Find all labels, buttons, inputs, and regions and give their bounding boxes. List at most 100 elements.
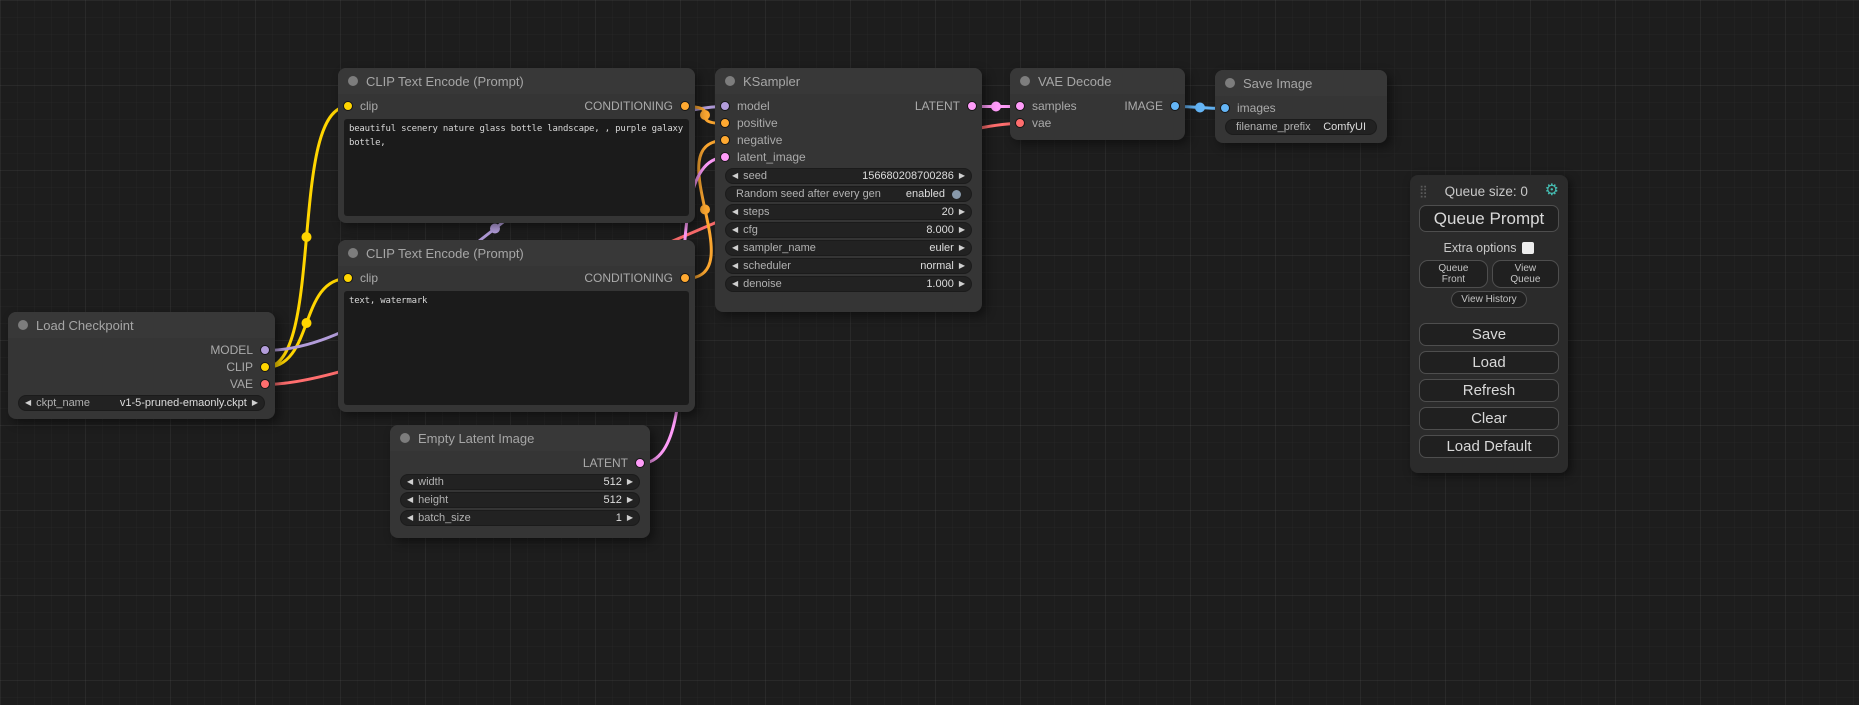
output-port-vae[interactable]	[260, 379, 270, 389]
arrow-left-icon[interactable]: ◀	[732, 244, 738, 252]
settings-gear-icon[interactable]: ⚙	[1545, 183, 1559, 199]
widget-scheduler[interactable]: ◀ scheduler normal ▶	[725, 258, 972, 274]
widget-random-seed-toggle[interactable]: Random seed after every gen enabled	[725, 186, 972, 202]
arrow-left-icon[interactable]: ◀	[732, 226, 738, 234]
widget-value: 156680208700286	[772, 170, 954, 182]
output-port-latent[interactable]	[967, 101, 977, 111]
prompt-textarea[interactable]: beautiful scenery nature glass bottle la…	[344, 119, 689, 216]
clear-button[interactable]: Clear	[1419, 407, 1559, 430]
prompt-textarea[interactable]: text, watermark	[344, 291, 689, 405]
arrow-left-icon[interactable]: ◀	[25, 399, 31, 407]
output-port-clip[interactable]	[260, 362, 270, 372]
drag-handle-icon[interactable]: ⣿	[1419, 184, 1428, 198]
output-label-vae: VAE	[230, 376, 253, 393]
load-default-button[interactable]: Load Default	[1419, 435, 1559, 458]
collapse-dot-icon[interactable]	[400, 433, 410, 443]
widget-seed[interactable]: ◀ seed 156680208700286 ▶	[725, 168, 972, 184]
load-button[interactable]: Load	[1419, 351, 1559, 374]
arrow-right-icon[interactable]: ▶	[627, 496, 633, 504]
node-ksampler[interactable]: KSampler model LATENT positive negative …	[715, 68, 982, 312]
arrow-left-icon[interactable]: ◀	[407, 478, 413, 486]
output-port-latent[interactable]	[635, 458, 645, 468]
arrow-left-icon[interactable]: ◀	[732, 280, 738, 288]
comfy-menu[interactable]: ⣿ Queue size: 0 ⚙ Queue Prompt Extra opt…	[1410, 175, 1568, 473]
arrow-right-icon[interactable]: ▶	[959, 262, 965, 270]
toggle-indicator-icon[interactable]	[952, 190, 961, 199]
node-titlebar[interactable]: Load Checkpoint	[8, 312, 275, 338]
collapse-dot-icon[interactable]	[18, 320, 28, 330]
widget-value: 8.000	[763, 224, 954, 236]
node-vae-decode[interactable]: VAE Decode samples IMAGE vae	[1010, 68, 1185, 140]
arrow-right-icon[interactable]: ▶	[627, 514, 633, 522]
output-port-model[interactable]	[260, 345, 270, 355]
arrow-right-icon[interactable]: ▶	[959, 226, 965, 234]
extra-options-row: Extra options	[1419, 239, 1559, 257]
widget-value: enabled	[886, 188, 945, 200]
node-graph-canvas[interactable]: Load Checkpoint MODEL CLIP VAE ◀ ckpt_na…	[0, 0, 1859, 705]
output-port-image[interactable]	[1170, 101, 1180, 111]
view-queue-button[interactable]: View Queue	[1492, 260, 1559, 288]
widget-sampler-name[interactable]: ◀ sampler_name euler ▶	[725, 240, 972, 256]
node-title: Empty Latent Image	[418, 431, 534, 446]
output-label-latent: LATENT	[583, 455, 628, 472]
slot-row: VAE	[8, 376, 275, 393]
output-port-conditioning[interactable]	[680, 273, 690, 283]
save-button[interactable]: Save	[1419, 323, 1559, 346]
collapse-dot-icon[interactable]	[1020, 76, 1030, 86]
output-port-conditioning[interactable]	[680, 101, 690, 111]
collapse-dot-icon[interactable]	[348, 248, 358, 258]
input-port-samples[interactable]	[1015, 101, 1025, 111]
widget-denoise[interactable]: ◀ denoise 1.000 ▶	[725, 276, 972, 292]
input-port-positive[interactable]	[720, 118, 730, 128]
node-titlebar[interactable]: CLIP Text Encode (Prompt)	[338, 68, 695, 94]
arrow-right-icon[interactable]: ▶	[252, 399, 258, 407]
link-midpoint-dot	[700, 204, 710, 214]
arrow-right-icon[interactable]: ▶	[959, 208, 965, 216]
node-titlebar[interactable]: CLIP Text Encode (Prompt)	[338, 240, 695, 266]
arrow-left-icon[interactable]: ◀	[732, 208, 738, 216]
arrow-right-icon[interactable]: ▶	[959, 244, 965, 252]
widget-cfg[interactable]: ◀ cfg 8.000 ▶	[725, 222, 972, 238]
widget-steps[interactable]: ◀ steps 20 ▶	[725, 204, 972, 220]
node-empty-latent-image[interactable]: Empty Latent Image LATENT ◀ width 512 ▶ …	[390, 425, 650, 538]
refresh-button[interactable]: Refresh	[1419, 379, 1559, 402]
widget-ckpt-name[interactable]: ◀ ckpt_name v1-5-pruned-emaonly.ckpt ▶	[18, 395, 265, 411]
widget-batch-size[interactable]: ◀ batch_size 1 ▶	[400, 510, 640, 526]
node-save-image[interactable]: Save Image images filename_prefix ComfyU…	[1215, 70, 1387, 143]
collapse-dot-icon[interactable]	[1225, 78, 1235, 88]
widget-height[interactable]: ◀ height 512 ▶	[400, 492, 640, 508]
queue-front-button[interactable]: Queue Front	[1419, 260, 1488, 288]
node-title: Load Checkpoint	[36, 318, 134, 333]
collapse-dot-icon[interactable]	[725, 76, 735, 86]
arrow-right-icon[interactable]: ▶	[959, 172, 965, 180]
input-port-model[interactable]	[720, 101, 730, 111]
node-titlebar[interactable]: Save Image	[1215, 70, 1387, 96]
input-port-vae[interactable]	[1015, 118, 1025, 128]
node-titlebar[interactable]: Empty Latent Image	[390, 425, 650, 451]
arrow-left-icon[interactable]: ◀	[732, 262, 738, 270]
arrow-right-icon[interactable]: ▶	[627, 478, 633, 486]
node-titlebar[interactable]: KSampler	[715, 68, 982, 94]
input-port-clip[interactable]	[343, 101, 353, 111]
extra-options-checkbox[interactable]	[1522, 242, 1534, 254]
input-label-samples: samples	[1032, 98, 1077, 115]
widget-name: Random seed after every gen	[736, 188, 881, 200]
widget-width[interactable]: ◀ width 512 ▶	[400, 474, 640, 490]
input-port-negative[interactable]	[720, 135, 730, 145]
queue-prompt-button[interactable]: Queue Prompt	[1419, 205, 1559, 232]
view-history-button[interactable]: View History	[1451, 291, 1526, 308]
arrow-left-icon[interactable]: ◀	[407, 514, 413, 522]
input-port-clip[interactable]	[343, 273, 353, 283]
arrow-left-icon[interactable]: ◀	[407, 496, 413, 504]
arrow-right-icon[interactable]: ▶	[959, 280, 965, 288]
node-clip-text-encode-positive[interactable]: CLIP Text Encode (Prompt) clip CONDITION…	[338, 68, 695, 223]
node-titlebar[interactable]: VAE Decode	[1010, 68, 1185, 94]
arrow-left-icon[interactable]: ◀	[732, 172, 738, 180]
widget-name: sampler_name	[743, 242, 816, 254]
node-clip-text-encode-negative[interactable]: CLIP Text Encode (Prompt) clip CONDITION…	[338, 240, 695, 412]
input-port-images[interactable]	[1220, 103, 1230, 113]
input-port-latent-image[interactable]	[720, 152, 730, 162]
collapse-dot-icon[interactable]	[348, 76, 358, 86]
node-load-checkpoint[interactable]: Load Checkpoint MODEL CLIP VAE ◀ ckpt_na…	[8, 312, 275, 419]
widget-filename-prefix[interactable]: filename_prefix ComfyUI	[1225, 119, 1377, 135]
